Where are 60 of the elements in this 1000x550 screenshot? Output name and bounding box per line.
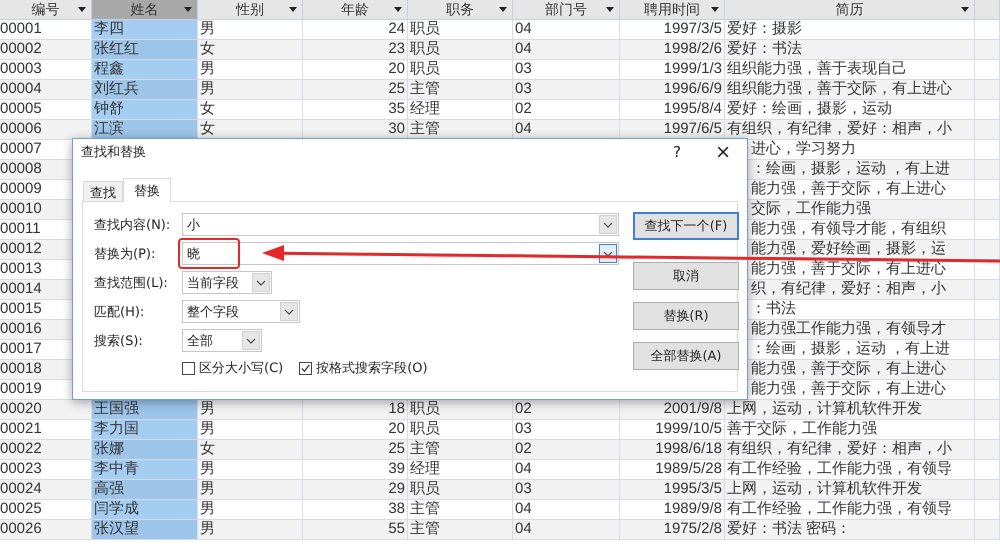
table-cell: 1975/2/8 [620, 520, 725, 540]
checkbox[interactable] [299, 362, 312, 374]
table-cell: 程鑫 [92, 60, 198, 80]
table-cell: 李四 [92, 20, 198, 40]
table-cell: 高强 [92, 480, 198, 500]
dropdown-arrow-icon [289, 7, 297, 12]
table-cell: 张娜 [92, 440, 198, 460]
field-label: 查找内容(N): [94, 216, 172, 234]
dropdown-arrow-icon [394, 7, 402, 12]
column-header[interactable]: 聘用时间 [620, 0, 725, 20]
table-cell: 刘红兵 [92, 80, 198, 100]
dialog-button[interactable]: 替换(R) [633, 302, 739, 330]
field-label: 查找范围(L): [94, 274, 169, 292]
chevron-down-icon [256, 280, 266, 286]
field-label: 替换为(P): [94, 246, 156, 262]
column-header[interactable]: 性别 [198, 0, 303, 20]
chevron-down-icon [284, 308, 294, 314]
help-button[interactable]: ? [665, 143, 690, 161]
field-label: 匹配(H): [94, 304, 146, 320]
column-header[interactable]: 部门号 [513, 0, 620, 20]
dialog-button[interactable]: 全部替换(A) [633, 342, 739, 370]
chevron-down-icon [603, 222, 613, 228]
table-cell: 张红红 [92, 40, 198, 60]
table-cell: 张汉望 [92, 520, 198, 540]
combo-box[interactable]: 全部 [182, 329, 262, 352]
table-cell: 王国强 [92, 400, 198, 420]
field-label: 搜索(S): [94, 332, 144, 350]
dropdown-arrow-icon [499, 7, 507, 12]
dropdown-arrow-icon [711, 7, 719, 12]
table-cell: 李力国 [92, 420, 198, 440]
checkbox[interactable] [182, 362, 195, 374]
column-header[interactable]: 姓名 [92, 0, 198, 20]
combo-box[interactable]: 小 [182, 213, 619, 236]
chevron-down-icon [246, 338, 256, 344]
column-header[interactable]: 编号 [0, 0, 92, 20]
column-header[interactable]: 简历 [725, 0, 975, 20]
dialog-button[interactable]: 取消 [633, 262, 739, 290]
table-cell: 主管 [408, 520, 513, 540]
table-cell: 男 [198, 520, 303, 540]
checkbox-label[interactable]: 区分大小写(C) [199, 359, 284, 377]
dropdown-arrow-icon [606, 7, 614, 12]
column-header[interactable]: 职务 [408, 0, 513, 20]
table-cell: 55 [303, 520, 408, 540]
table-cell: 闫学成 [92, 500, 198, 520]
tab[interactable]: 替换 [123, 178, 171, 202]
checkbox-label[interactable]: 按格式搜索字段(O) [316, 359, 428, 377]
chevron-down-icon [603, 250, 613, 256]
dialog-button[interactable]: 查找下一个(F) [633, 212, 739, 240]
table-cell: 李中青 [92, 460, 198, 480]
table-cell: 04 [513, 520, 620, 540]
combo-box[interactable]: 整个字段 [182, 300, 300, 323]
dropdown-arrow-icon [961, 7, 969, 12]
table-cell: 江滨 [92, 120, 198, 140]
table-cell: 爱好：书法 密码： [725, 520, 975, 540]
combo-box[interactable]: 当前字段 [182, 271, 272, 294]
tab[interactable]: 查找 [83, 181, 123, 201]
dropdown-arrow-icon [184, 7, 192, 12]
table-cell: 钟舒 [92, 100, 198, 120]
dropdown-arrow-icon [78, 7, 86, 12]
column-header[interactable]: 年龄 [303, 0, 408, 20]
